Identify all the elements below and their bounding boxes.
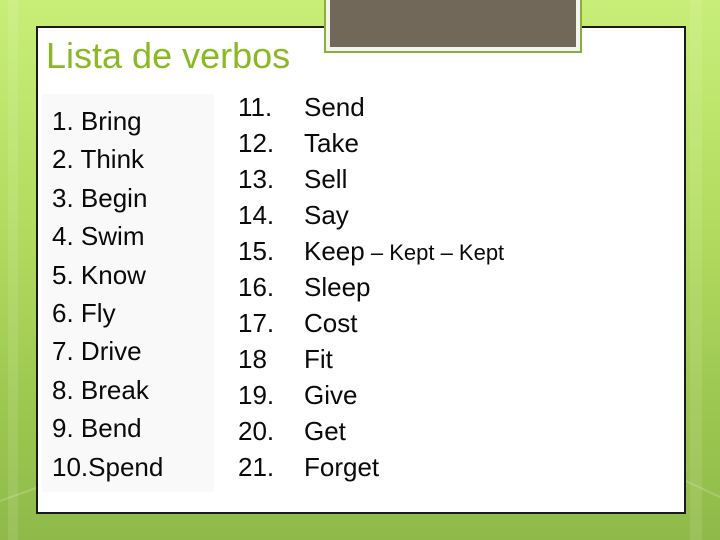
item-verb: Take: [304, 128, 359, 158]
item-number: 15.: [238, 236, 275, 266]
title-bar-decoration: [324, 0, 582, 53]
item-number: 1.: [52, 106, 74, 136]
item-verb: Say: [304, 200, 349, 230]
item-verb: Spend: [88, 451, 164, 482]
item-number: 13.: [238, 164, 275, 194]
item-verb: Get: [304, 416, 346, 446]
item-number: 12.: [238, 128, 275, 158]
list-item: 18 Fit: [238, 341, 504, 377]
list-item: 17. Cost: [238, 305, 504, 341]
item-number: 18: [238, 344, 267, 374]
list-item: 6. Fly: [52, 294, 163, 332]
item-number: 19.: [238, 380, 275, 410]
list-item: 11. Send: [238, 89, 504, 125]
item-number: 10.: [52, 451, 89, 482]
item-verb: Sell: [304, 164, 348, 194]
title-bar-fill: [330, 0, 576, 47]
item-number: 17.: [238, 308, 275, 338]
slide-title: Lista de verbos: [46, 35, 291, 76]
list-item: 21. Forget: [238, 449, 504, 485]
list-item: 16. Sleep: [238, 269, 504, 305]
item-verb: Swim: [80, 221, 145, 252]
item-number: 5.: [52, 259, 74, 290]
item-verb-forms: – Kept – Kept: [364, 240, 505, 265]
item-number: 7.: [52, 336, 74, 367]
item-verb: Fit: [304, 344, 333, 374]
list-item: 13. Sell: [238, 161, 504, 197]
item-verb: Drive: [80, 336, 142, 367]
item-verb: Cost: [304, 308, 358, 338]
list-item: 12. Take: [238, 125, 504, 161]
verb-list-right: 11. Send 12. Take 13. Sell 14. Say 15. Keep –…: [238, 89, 504, 485]
list-item: 4. Swim: [52, 217, 163, 255]
list-item: 10.Spend: [52, 448, 163, 486]
background-stripe: [8, 0, 18, 540]
item-verb: Know: [80, 259, 146, 290]
verb-list-left: 1. Bring 2. Think 3. Begin 4. Swim 5. Kn…: [52, 102, 163, 486]
list-item: 15. Keep – Kept – Kept: [238, 233, 504, 269]
item-verb: Think: [80, 144, 145, 175]
item-number: 8.: [52, 374, 74, 405]
list-item: 7. Drive: [52, 332, 163, 370]
item-number: 3.: [52, 182, 74, 213]
list-item: 8. Break: [52, 371, 163, 409]
item-number: 6.: [52, 298, 74, 329]
item-number: 4.: [52, 221, 74, 252]
list-item: 1. Bring: [52, 102, 163, 140]
item-verb: Forget: [304, 452, 380, 482]
item-verb: Begin: [80, 182, 148, 213]
item-number: 11.: [238, 92, 273, 122]
background-stripe: [690, 0, 702, 540]
item-verb: Sleep: [304, 272, 371, 302]
list-item: 5. Know: [52, 256, 163, 294]
item-verb: Break: [80, 374, 149, 405]
item-number: 16.: [238, 272, 275, 302]
item-number: 14.: [238, 200, 275, 230]
item-number: 2.: [52, 144, 74, 175]
item-number: 9.: [52, 413, 74, 444]
item-verb: Fly: [80, 298, 116, 329]
item-verb: Give: [304, 380, 358, 410]
list-item: 3. Begin: [52, 179, 163, 217]
item-number: 20.: [238, 416, 275, 446]
item-verb: Bend: [80, 413, 142, 444]
list-item: 19. Give: [238, 377, 504, 413]
list-item: 9. Bend: [52, 409, 163, 447]
list-item: 14. Say: [238, 197, 504, 233]
list-item: 2. Think: [52, 140, 163, 178]
item-verb: Send: [304, 92, 365, 122]
list-item: 20. Get: [238, 413, 504, 449]
item-verb: Bring: [80, 106, 142, 136]
item-verb: Keep: [304, 236, 365, 266]
item-number: 21.: [238, 452, 275, 482]
